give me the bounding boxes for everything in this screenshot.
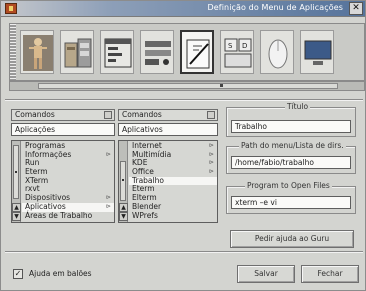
- figure-icon[interactable]: [20, 30, 54, 74]
- window-list-icon[interactable]: [100, 30, 134, 74]
- scroll-down-arrow-icon[interactable]: ▼: [12, 212, 21, 221]
- submenu-arrow-icon: ⊳: [105, 202, 111, 210]
- svg-text:D: D: [242, 42, 247, 50]
- menu-definition-window: Definição do Menu de Aplicações ✕ S D Co…: [0, 0, 366, 291]
- cabinet-icon[interactable]: [60, 30, 94, 74]
- submenu-arrow-icon: ⊳: [105, 150, 111, 158]
- list-item-label: Eterm: [25, 167, 48, 177]
- list-item[interactable]: Áreas de Trabalho: [22, 210, 114, 221]
- path-group-label: Path do menu/Lista de dirs.: [239, 141, 346, 151]
- section-toolbar: S D: [9, 23, 365, 81]
- title-bar[interactable]: Definição do Menu de Aplicações ✕: [1, 1, 365, 17]
- list-item-label: XTerm: [25, 175, 49, 185]
- balloon-help-label: Ajuda em balões: [29, 269, 92, 278]
- list-item-label: Informações: [25, 149, 72, 159]
- screen-icon[interactable]: [300, 30, 334, 74]
- scroll-down-arrow-icon[interactable]: ▼: [119, 212, 128, 221]
- list-item-label: Eterm: [132, 184, 155, 194]
- program-group: Program to Open Files xterm –e vi: [226, 181, 356, 214]
- list-item-label: Dispositivos: [25, 193, 71, 203]
- list-item-label: Áreas de Trabalho: [25, 210, 93, 220]
- scrollbar-grip: [220, 84, 223, 87]
- list-item-label: Internet: [132, 141, 162, 150]
- submenu-arrow-icon: ⊳: [208, 150, 214, 158]
- middle-scroll-thumb[interactable]: [120, 161, 126, 201]
- list-item-label: Trabalho: [132, 175, 164, 185]
- path-group: Path do menu/Lista de dirs. /home/fabio/…: [226, 141, 356, 174]
- mouse-icon[interactable]: [260, 30, 294, 74]
- path-field-value: /home/fabio/trabalho: [235, 158, 314, 167]
- panel-icon[interactable]: [140, 30, 174, 74]
- save-button[interactable]: Salvar: [237, 265, 295, 283]
- chevron-down-icon: [207, 111, 215, 119]
- balloon-help-checkbox[interactable]: ✓: [13, 269, 23, 279]
- scroll-up-arrow-icon[interactable]: ▲: [12, 203, 21, 212]
- program-group-label: Program to Open Files: [245, 181, 332, 191]
- scrollbar-thumb[interactable]: [38, 83, 338, 89]
- path-field[interactable]: /home/fabio/trabalho: [231, 156, 351, 169]
- chevron-down-icon: [104, 111, 112, 119]
- left-list-scrollbar[interactable]: ▲ ▼: [12, 141, 21, 222]
- middle-path-field[interactable]: Aplicativos: [118, 123, 218, 136]
- middle-list-items: Internet ⊳ Multimídia ⊳ KDE ⊳ Office ⊳ Trabalho E…: [129, 141, 217, 221]
- middle-command-select[interactable]: Comandos: [118, 109, 218, 121]
- submenu-arrow-icon: ⊳: [208, 159, 214, 167]
- list-item[interactable]: WPrefs: [129, 210, 217, 221]
- program-field[interactable]: xterm –e vi: [231, 196, 351, 209]
- list-item-label: Office: [132, 167, 154, 177]
- divider: [5, 99, 363, 101]
- left-menu-list: ▲ ▼ Programas Informações ⊳ Run Eterm XTerm rx…: [11, 140, 115, 223]
- title-field[interactable]: Trabalho: [231, 120, 351, 133]
- left-path-value: Aplicações: [15, 125, 56, 134]
- list-item-label: KDE: [132, 158, 148, 168]
- app-icon: [5, 3, 17, 14]
- scroll-grip: [122, 179, 124, 181]
- list-item-label: WPrefs: [132, 210, 158, 220]
- list-item-label: Blender: [132, 201, 162, 211]
- list-item-label: Programas: [25, 141, 66, 150]
- title-group-label: Título: [285, 102, 311, 112]
- ask-guru-button[interactable]: Pedir ajuda ao Guru: [230, 230, 354, 248]
- title-field-value: Trabalho: [235, 122, 267, 131]
- close-window-button[interactable]: ✕: [349, 2, 363, 15]
- toolbar-handle[interactable]: [10, 24, 16, 80]
- program-field-value: xterm –e vi: [235, 198, 277, 207]
- submenu-arrow-icon: ⊳: [105, 194, 111, 202]
- window-title: Definição do Menu de Aplicações: [207, 3, 343, 12]
- left-command-select[interactable]: Comandos: [11, 109, 115, 121]
- middle-menu-list: ▲ ▼ Internet ⊳ Multimídia ⊳ KDE ⊳ Office ⊳ Traba…: [118, 140, 218, 223]
- submenu-arrow-icon: ⊳: [208, 142, 214, 149]
- middle-list-scrollbar[interactable]: ▲ ▼: [119, 141, 128, 222]
- title-group: Título Trabalho: [226, 102, 356, 137]
- submenu-arrow-icon: ⊳: [208, 168, 214, 176]
- list-item-label: Run: [25, 158, 40, 168]
- left-command-select-value: Comandos: [15, 110, 55, 119]
- toolbar-scrollbar[interactable]: [9, 81, 365, 91]
- middle-command-select-value: Comandos: [122, 110, 162, 119]
- list-item-label: rxvt: [25, 184, 40, 194]
- list-item-label: Aplicativos: [25, 201, 66, 211]
- close-button[interactable]: Fechar: [301, 265, 359, 283]
- sound-icon[interactable]: S D: [220, 30, 254, 74]
- svg-text:S: S: [228, 42, 233, 50]
- footer-divider: [5, 251, 363, 253]
- list-item-label: Multimídia: [132, 149, 172, 159]
- scroll-grip: [15, 171, 17, 173]
- scroll-up-arrow-icon[interactable]: ▲: [119, 203, 128, 212]
- left-list-items: Programas Informações ⊳ Run Eterm XTerm rxvt Di…: [22, 141, 114, 221]
- menu-editor-icon[interactable]: [180, 30, 214, 74]
- list-item-label: Elterm: [132, 193, 157, 203]
- middle-path-value: Aplicativos: [122, 125, 163, 134]
- left-path-field[interactable]: Aplicações: [11, 123, 115, 136]
